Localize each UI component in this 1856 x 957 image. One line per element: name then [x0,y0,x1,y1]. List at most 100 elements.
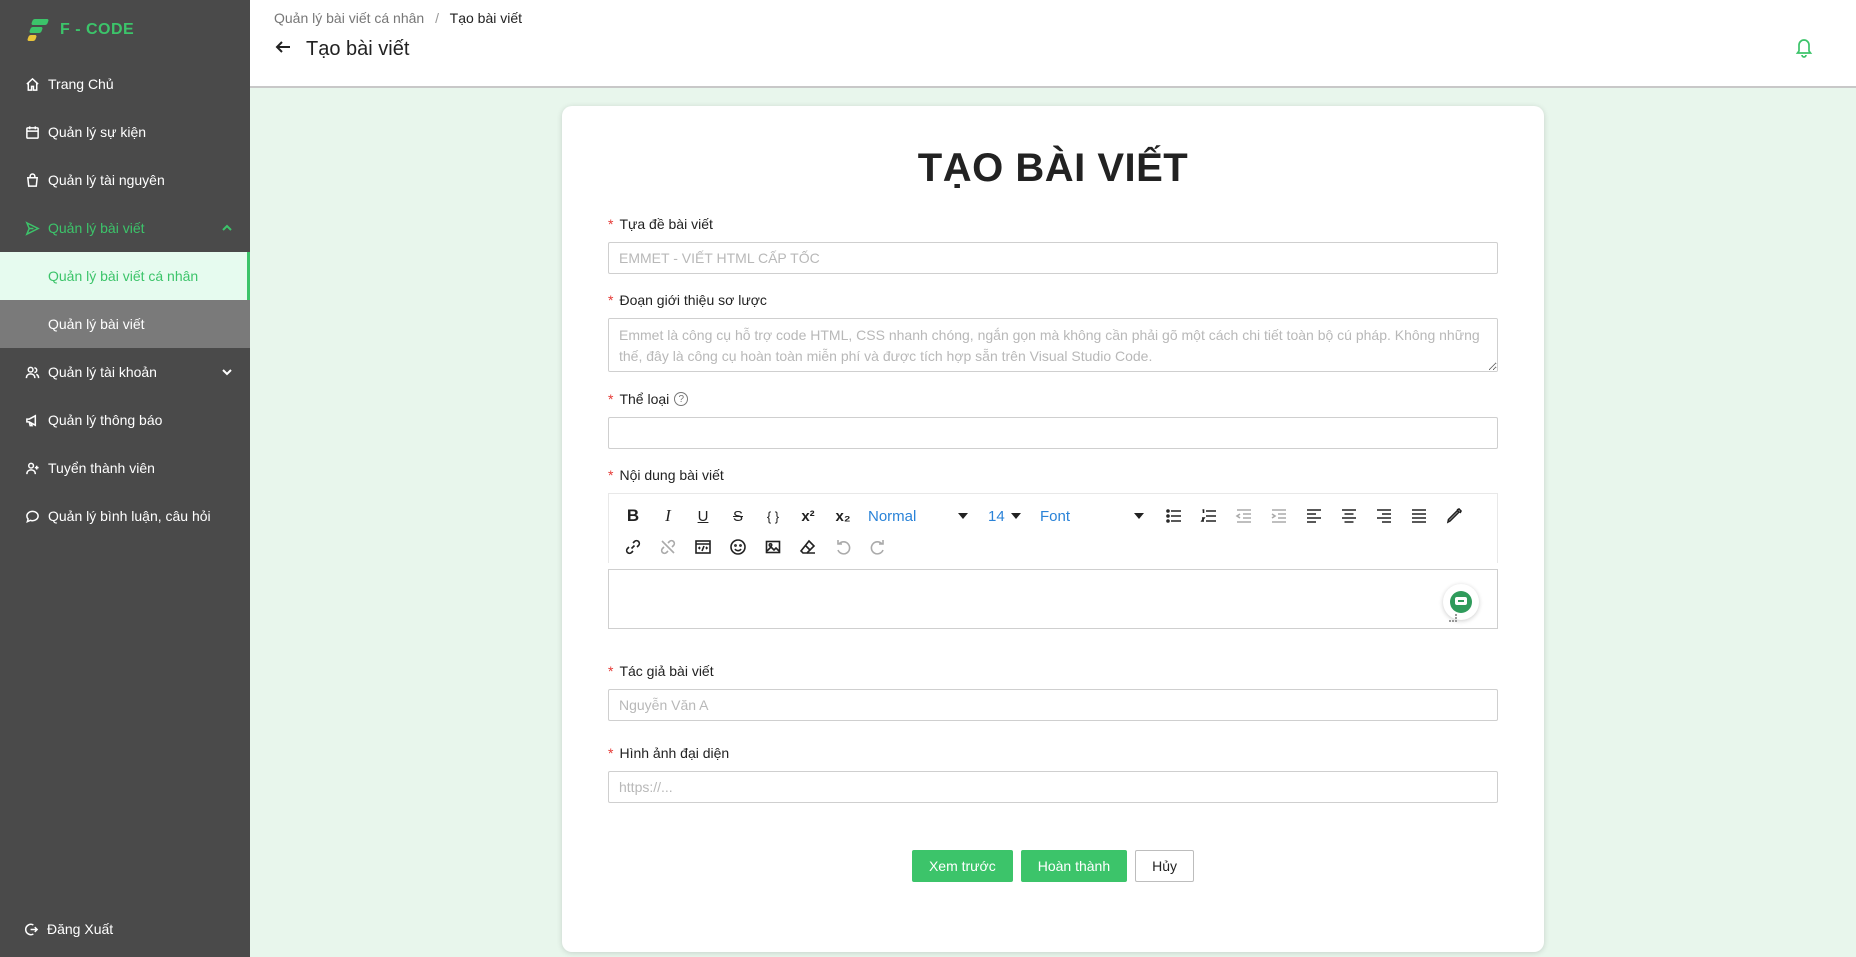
intro-textarea[interactable] [608,318,1498,372]
sidebar-nav: Trang Chủ Quản lý sự kiện Quản lý tài ng… [0,60,250,540]
sidebar-item-accounts[interactable]: Quản lý tài khoản [0,348,250,396]
breadcrumb-link[interactable]: Quản lý bài viết cá nhân [274,10,424,26]
brand-name: F - CODE [60,21,135,38]
comment-icon [24,508,40,524]
text-color-icon[interactable] [1440,502,1468,530]
intro-field: * Đoạn giới thiệu sơ lược [608,292,1498,377]
align-left-icon[interactable] [1300,502,1328,530]
category-select[interactable] [608,417,1498,449]
sidebar-item-label: Tuyển thành viên [48,460,155,476]
indent-icon[interactable] [1265,502,1293,530]
code-view-icon[interactable] [689,533,717,561]
required-mark: * [608,391,614,407]
breadcrumb: Quản lý bài viết cá nhân / Tạo bài viết [274,10,522,26]
size-select-value: 14 [988,507,1005,525]
bell-icon[interactable] [1794,36,1814,58]
sidebar-item-label: Trang Chủ [48,76,114,92]
align-right-icon[interactable] [1370,502,1398,530]
brand[interactable]: F - CODE [0,0,250,60]
toolbar-row [619,533,1489,561]
chevron-up-icon [220,221,234,235]
align-justify-icon[interactable] [1405,502,1433,530]
subscript-button[interactable]: x₂ [829,502,857,530]
sidebar-subitem-label: Quản lý bài viết [48,316,145,332]
align-center-icon[interactable] [1335,502,1363,530]
intro-label: * Đoạn giới thiệu sơ lược [608,292,1498,308]
bullet-list-icon[interactable] [1160,502,1188,530]
title-label: * Tựa đề bài viết [608,216,1498,232]
page-title: Tạo bài viết [306,38,410,60]
form-heading: TẠO BÀI VIẾT [917,146,1189,190]
heading-select-value: Normal [868,507,917,525]
sidebar-item-recruit[interactable]: Tuyển thành viên [0,444,250,492]
required-mark: * [608,292,614,308]
required-mark: * [608,745,614,761]
editor-content-area[interactable] [608,569,1498,629]
sidebar-item-comments[interactable]: Quản lý bình luận, câu hỏi [0,492,250,540]
logout-label: Đăng Xuất [47,921,114,937]
sidebar-item-notifications[interactable]: Quản lý thông báo [0,396,250,444]
title-field: * Tựa đề bài viết [608,216,1498,274]
numbered-list-icon[interactable] [1195,502,1223,530]
category-field: * Thể loại ? [608,391,1498,449]
author-label-text: Tác giả bài viết [619,663,714,679]
font-select[interactable]: Font [1036,502,1148,530]
users-icon [24,364,40,380]
cancel-button[interactable]: Hủy [1135,850,1195,882]
author-input[interactable] [608,689,1498,721]
italic-button[interactable]: I [654,502,682,530]
chevron-down-icon [220,365,234,379]
sidebar-item-events[interactable]: Quản lý sự kiện [0,108,250,156]
heading-select[interactable]: Normal [864,502,972,530]
image-icon[interactable] [759,533,787,561]
emoji-icon[interactable] [724,533,752,561]
intro-label-text: Đoạn giới thiệu sơ lược [619,292,767,308]
font-select-value: Font [1040,507,1071,525]
category-label: * Thể loại ? [608,391,1498,407]
sidebar-subitem-label: Quản lý bài viết cá nhân [48,268,199,284]
sidebar-item-posts[interactable]: Quản lý bài viết [0,204,250,252]
sidebar-subitem-all-posts[interactable]: Quản lý bài viết [0,300,250,348]
preview-button[interactable]: Xem trước [911,850,1013,882]
underline-button[interactable]: U [689,502,717,530]
sidebar-item-label: Quản lý tài khoản [48,364,157,380]
redo-icon[interactable] [864,533,892,561]
sidebar-item-label: Quản lý tài nguyên [48,172,165,188]
caret-down-icon [958,513,968,519]
help-icon[interactable]: ? [674,392,689,406]
image-url-input[interactable] [608,771,1498,803]
sidebar-item-label: Quản lý bình luận, câu hỏi [48,508,211,524]
back-arrow-icon[interactable] [274,38,292,61]
home-icon [24,76,40,92]
size-select[interactable]: 14 [984,502,1024,530]
required-mark: * [608,467,614,483]
logout-icon [24,923,39,935]
undo-icon[interactable] [829,533,857,561]
sidebar-item-label: Quản lý sự kiện [48,124,147,140]
unlink-icon[interactable] [654,533,682,561]
form-actions: Xem trước Hoàn thành Hủy [562,850,1544,882]
bold-button[interactable]: B [619,502,647,530]
content-field: * Nội dung bài viết B I U S { } x² x₂ No… [608,467,1498,629]
content-label-text: Nội dung bài viết [619,467,724,483]
strikethrough-button[interactable]: S [724,502,752,530]
code-block-button[interactable]: { } [759,502,787,530]
editor-toolbar: B I U S { } x² x₂ Normal 14 Font [608,493,1498,563]
sidebar-item-home[interactable]: Trang Chủ [0,60,250,108]
eraser-icon[interactable] [794,533,822,561]
sidebar-item-resources[interactable]: Quản lý tài nguyên [0,156,250,204]
outdent-icon[interactable] [1230,502,1258,530]
link-icon[interactable] [619,533,647,561]
toolbar-row: B I U S { } x² x₂ Normal 14 Font [619,502,1489,530]
image-field: * Hình ảnh đại diện [608,745,1498,803]
submit-button[interactable]: Hoàn thành [1020,850,1128,882]
top-header: Quản lý bài viết cá nhân / Tạo bài viết … [250,0,1856,88]
resize-handle-icon[interactable] [1449,614,1457,622]
sidebar-subitem-personal-posts[interactable]: Quản lý bài viết cá nhân [0,252,250,300]
sidebar: F - CODE Trang Chủ Quản lý sự kiện Quản … [0,0,250,957]
calendar-icon [24,124,40,140]
superscript-button[interactable]: x² [794,502,822,530]
page-head: Tạo bài viết [274,38,409,61]
title-input[interactable] [608,242,1498,274]
logout-button[interactable]: Đăng Xuất [24,921,113,937]
